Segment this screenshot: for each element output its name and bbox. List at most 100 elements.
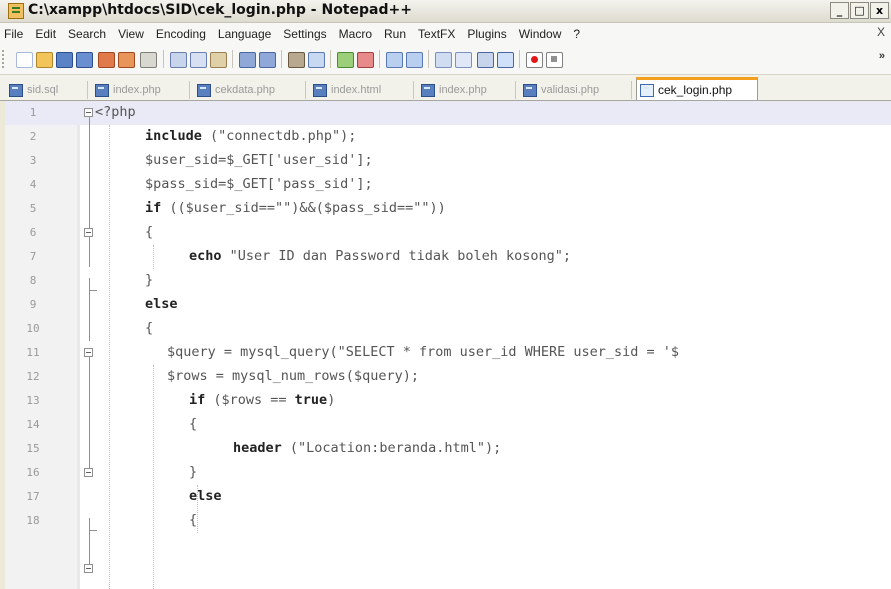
- sync-horizontal-icon[interactable]: [406, 52, 423, 68]
- menu-edit[interactable]: Edit: [35, 27, 56, 41]
- line-number: 4: [29, 178, 37, 191]
- menu-window[interactable]: Window: [519, 27, 562, 41]
- code-line[interactable]: 5 if (($user_sid=="")&&($pass_sid=="")): [5, 197, 891, 221]
- tab-label: index.html: [331, 84, 382, 96]
- cut-icon[interactable]: [170, 52, 187, 68]
- word-wrap-icon[interactable]: [435, 52, 452, 68]
- menu-file[interactable]: File: [4, 27, 23, 41]
- line-number: 15: [26, 442, 40, 455]
- toolbar-separator: [330, 50, 331, 68]
- zoom-in-icon[interactable]: [337, 52, 354, 68]
- undo-icon[interactable]: [239, 52, 256, 68]
- fold-end-marker: [89, 518, 97, 531]
- code-line[interactable]: 4 $pass_sid=$_GET['pass_sid'];: [5, 173, 891, 197]
- close-all-icon[interactable]: [118, 52, 135, 68]
- tab-index-php-2[interactable]: index.php: [418, 81, 516, 99]
- indent-guide: [153, 245, 154, 269]
- code-line[interactable]: 7 echo "User ID dan Password tidak boleh …: [5, 245, 891, 269]
- code-text: {: [145, 320, 154, 336]
- fold-toggle-icon[interactable]: [84, 348, 93, 357]
- menu-encoding[interactable]: Encoding: [156, 27, 206, 41]
- tab-cekdata-php[interactable]: cekdata.php: [194, 81, 306, 99]
- find-icon[interactable]: [288, 52, 305, 68]
- zoom-out-icon[interactable]: [357, 52, 374, 68]
- code-line[interactable]: 16}: [5, 461, 891, 485]
- tab-cek-login-php[interactable]: cek_login.php: [636, 77, 758, 100]
- menu-plugins[interactable]: Plugins: [467, 27, 506, 41]
- code-line[interactable]: 10 {: [5, 317, 891, 341]
- code-line[interactable]: 13 if ($rows == true): [5, 389, 891, 413]
- code-editor[interactable]: 1 <?php 2 include ("connectdb.php"); 3 $user_…: [5, 101, 891, 589]
- tab-index-php[interactable]: index.php: [92, 81, 190, 99]
- code-text: $rows = mysql_num_rows($query);: [167, 368, 419, 384]
- code-line[interactable]: 11 $query = mysql_query("SELECT * from us…: [5, 341, 891, 365]
- title-bar[interactable]: C:\xampp\htdocs\SID\cek_login.php - Note…: [0, 0, 891, 23]
- code-text: $query = mysql_query("SELECT * from user…: [167, 344, 680, 360]
- open-file-icon[interactable]: [36, 52, 53, 68]
- code-line[interactable]: 12 $rows = mysql_num_rows($query);: [5, 365, 891, 389]
- code-line[interactable]: 2 include ("connectdb.php");: [5, 125, 891, 149]
- fold-toggle-icon[interactable]: [84, 468, 93, 477]
- minimize-button[interactable]: _: [830, 2, 849, 19]
- code-line[interactable]: 17 else: [5, 485, 891, 509]
- stop-record-icon[interactable]: [546, 52, 563, 68]
- code-text: else: [189, 488, 222, 504]
- code-text: <?php: [95, 104, 136, 120]
- code-text: include ("connectdb.php");: [145, 128, 357, 144]
- file-icon: [313, 83, 327, 97]
- menu-view[interactable]: View: [118, 27, 144, 41]
- record-macro-icon[interactable]: [526, 52, 543, 68]
- line-number: 6: [29, 226, 37, 239]
- menu-textfx[interactable]: TextFX: [418, 27, 455, 41]
- menu-search[interactable]: Search: [68, 27, 106, 41]
- new-file-icon[interactable]: [16, 52, 33, 68]
- sync-vertical-icon[interactable]: [386, 52, 403, 68]
- close-icon[interactable]: [98, 52, 115, 68]
- code-text: if ($rows == true): [189, 392, 336, 408]
- close-window-button[interactable]: x: [870, 2, 889, 19]
- redo-icon[interactable]: [259, 52, 276, 68]
- menu-macro[interactable]: Macro: [339, 27, 372, 41]
- window-controls: _ □ x: [829, 2, 889, 19]
- code-text: echo "User ID dan Password tidak boleh k…: [189, 248, 572, 264]
- code-line[interactable]: 3 $user_sid=$_GET['user_sid'];: [5, 149, 891, 173]
- menu-run[interactable]: Run: [384, 27, 406, 41]
- tab-sid-sql[interactable]: sid.sql: [6, 81, 88, 99]
- show-all-chars-icon[interactable]: [455, 52, 472, 68]
- code-text: if (($user_sid=="")&&($pass_sid=="")): [145, 200, 446, 216]
- menu-settings[interactable]: Settings: [283, 27, 326, 41]
- line-number: 17: [26, 490, 40, 503]
- fold-toggle-icon[interactable]: [84, 228, 93, 237]
- indent-guide: [109, 125, 110, 589]
- fold-guide: [89, 291, 90, 341]
- fold-toggle-icon[interactable]: [84, 108, 93, 117]
- line-number: 7: [29, 250, 37, 263]
- indent-guide-icon[interactable]: [477, 52, 494, 68]
- save-all-icon[interactable]: [76, 52, 93, 68]
- code-line[interactable]: 18 {: [5, 509, 891, 533]
- maximize-button[interactable]: □: [850, 2, 869, 19]
- code-line[interactable]: 9 else: [5, 293, 891, 317]
- code-line[interactable]: 6{: [5, 221, 891, 245]
- line-number: 13: [26, 394, 40, 407]
- close-document-button[interactable]: X: [877, 25, 885, 39]
- code-line[interactable]: 14 {: [5, 413, 891, 437]
- menu-language[interactable]: Language: [218, 27, 271, 41]
- replace-icon[interactable]: [308, 52, 325, 68]
- save-icon[interactable]: [56, 52, 73, 68]
- toolbar-overflow-button[interactable]: »: [879, 50, 885, 62]
- menu-help[interactable]: ?: [573, 27, 580, 41]
- paste-icon[interactable]: [210, 52, 227, 68]
- toolbar-grip[interactable]: [2, 50, 7, 68]
- tab-label: sid.sql: [27, 84, 59, 96]
- tab-index-html[interactable]: index.html: [310, 81, 414, 99]
- copy-icon[interactable]: [190, 52, 207, 68]
- code-line[interactable]: 8}: [5, 269, 891, 293]
- fold-toggle-icon[interactable]: [84, 564, 93, 573]
- code-line[interactable]: 15 header ("Location:beranda.html");: [5, 437, 891, 461]
- indent-guide: [153, 365, 154, 589]
- code-line[interactable]: 1 <?php: [5, 101, 891, 125]
- tab-validasi-php[interactable]: validasi.php: [520, 81, 632, 99]
- user-lang-icon[interactable]: [497, 52, 514, 68]
- print-icon[interactable]: [140, 52, 157, 68]
